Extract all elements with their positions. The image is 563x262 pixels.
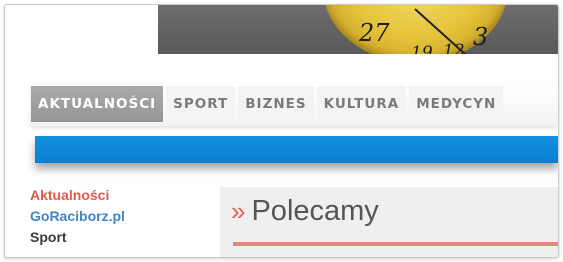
main-menu: AKTUALNOŚCI SPORT BIZNES KULTURA MEDYCYN (31, 84, 558, 126)
page-frame: 27 3 19 12 AKTUALNOŚCI SPORT BIZNES KULT… (4, 4, 559, 258)
header-banner: 27 3 19 12 (158, 5, 558, 54)
section-title: Polecamy (251, 195, 379, 227)
clock-number: 27 (359, 19, 390, 47)
menu-tabs: AKTUALNOŚCI SPORT BIZNES KULTURA MEDYCYN (31, 86, 504, 122)
clock-number: 3 (473, 23, 489, 51)
tab-aktualnosci[interactable]: AKTUALNOŚCI (31, 86, 164, 122)
heading-marker: » (231, 196, 246, 226)
clock-image: 27 3 19 12 (323, 5, 508, 54)
submenu-bar (35, 136, 558, 163)
clock-number: 19 (411, 43, 433, 55)
tab-sport[interactable]: SPORT (166, 86, 236, 122)
sidebar-nav: Aktualności GoRaciborz.pl Sport (30, 185, 125, 248)
tab-medycyna[interactable]: MEDYCYN (409, 86, 504, 122)
tab-kultura[interactable]: KULTURA (316, 86, 407, 122)
section-heading: » Polecamy (231, 195, 379, 228)
heading-underline (233, 242, 558, 246)
sidebar-item-aktualnosci[interactable]: Aktualności (30, 185, 125, 206)
featured-section: » Polecamy (220, 187, 558, 257)
sidebar-item-goraciborz[interactable]: GoRaciborz.pl (30, 206, 125, 227)
tab-biznes[interactable]: BIZNES (238, 86, 314, 122)
sidebar-item-sport[interactable]: Sport (30, 227, 125, 248)
